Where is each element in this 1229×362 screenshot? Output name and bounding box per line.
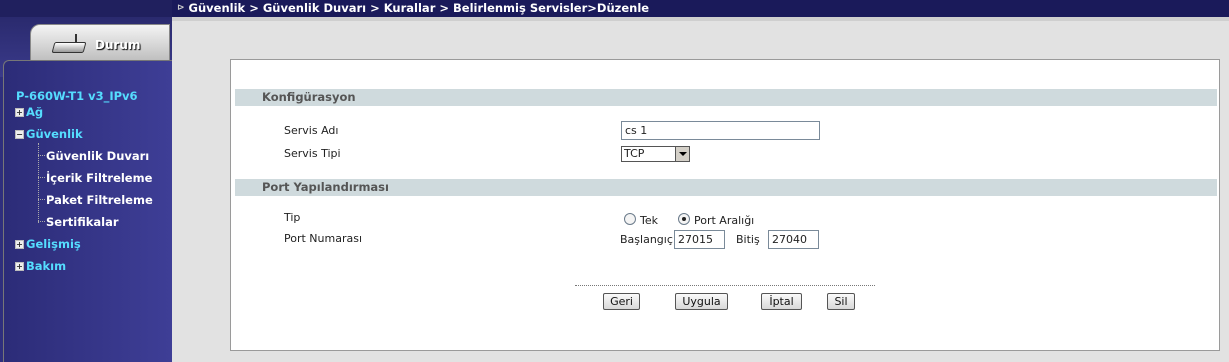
divider [575,285,875,286]
status-tab-label: Durum [95,38,141,52]
router-icon [51,34,87,56]
breadcrumb-text: Güvenlik > Güvenlik Duvarı > Kurallar > … [188,1,650,15]
edit-service-form: Konfigürasyon Servis Adı Servis Tipi TCP… [230,59,1220,351]
sidebar-item-bakim[interactable]: + Bakım [15,259,66,273]
service-type-value: TCP [624,147,645,160]
radio-single-label: Tek [640,214,658,227]
tree-branch [38,199,45,200]
sidebar-item-icerik-filtreleme[interactable]: İçerik Filtreleme [46,171,152,185]
start-port-label: Başlangıç [620,233,673,246]
service-name-input[interactable] [621,121,820,140]
sidebar-item-label: Ağ [26,105,44,119]
section-configuration: Konfigürasyon [235,89,1217,106]
sidebar-item-label: Gelişmiş [26,237,81,251]
chevron-down-icon[interactable] [675,147,689,161]
device-name: P-660W-T1 v3_IPv6 [16,89,138,103]
collapse-icon: − [15,129,24,139]
sidebar-item-gelismis[interactable]: + Gelişmiş [15,237,81,251]
end-port-input[interactable] [768,230,819,249]
radio-port-range-label: Port Aralığı [694,214,755,227]
radio-single[interactable] [624,213,636,225]
content-top-strip [172,17,1229,21]
tree-branch [38,221,45,222]
back-button[interactable]: Geri [603,293,640,310]
end-port-label: Bitiş [736,233,760,246]
section-port-configuration: Port Yapılandırması [235,179,1217,196]
sidebar-item-paket-filtreleme[interactable]: Paket Filtreleme [46,193,153,207]
apply-button[interactable]: Uygula [675,293,728,310]
service-type-select[interactable]: TCP [621,146,690,162]
port-number-label: Port Numarası [284,232,363,245]
type-label: Tip [284,211,301,224]
breadcrumb: ⊳ Güvenlik > Güvenlik Duvarı > Kurallar … [177,1,649,15]
start-port-input[interactable] [674,230,725,249]
sidebar-item-guvenlik-duvari[interactable]: Güvenlik Duvarı [46,149,149,163]
expand-icon: + [15,239,24,249]
expand-icon: + [15,107,24,117]
tree-branch [38,155,45,156]
tree-branch [38,177,45,178]
service-name-label: Servis Adı [284,124,339,137]
sidebar-item-ag[interactable]: + Ağ [15,105,43,119]
delete-button[interactable]: Sil [827,293,855,310]
breadcrumb-arrow-icon: ⊳ [177,3,185,13]
expand-icon: + [15,261,24,271]
sidebar-item-sertifikalar[interactable]: Sertifikalar [46,215,119,229]
sidebar-item-guvenlik[interactable]: − Güvenlik [15,127,83,141]
top-bar-left [0,0,172,17]
radio-port-range[interactable] [678,213,690,225]
service-type-label: Servis Tipi [284,147,341,160]
sidebar-panel: P-660W-T1 v3_IPv6 + Ağ − Güvenlik Güvenl… [3,60,172,362]
sidebar-item-label: Güvenlik [26,127,83,141]
sidebar-item-label: Bakım [26,259,67,273]
cancel-button[interactable]: İptal [761,293,802,310]
sidebar: Durum P-660W-T1 v3_IPv6 + Ağ − Güvenlik … [0,17,172,362]
